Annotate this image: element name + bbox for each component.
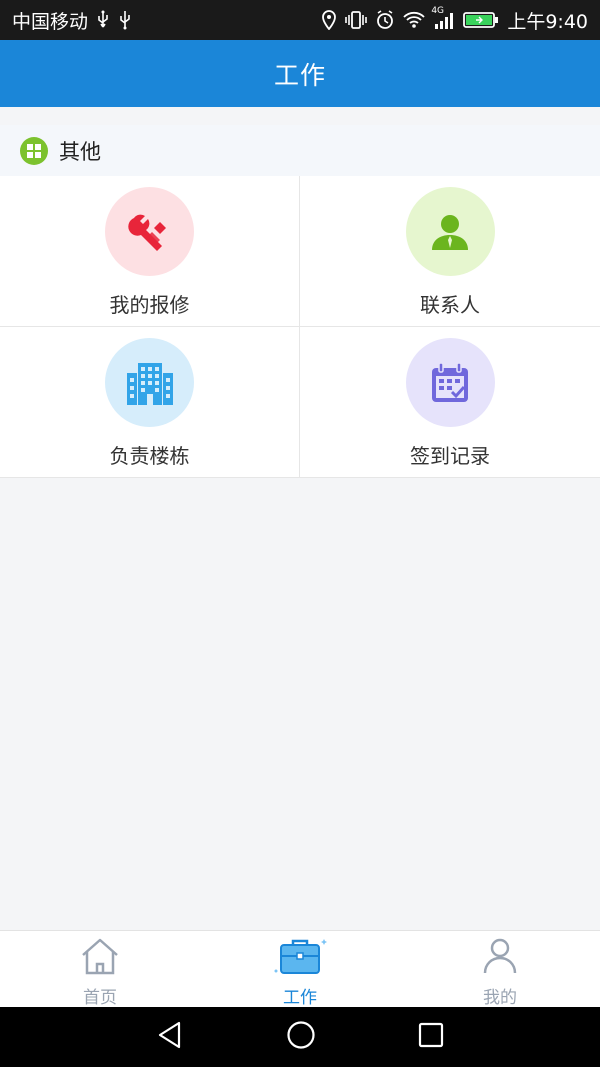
grid-item-contacts[interactable]: 联系人: [300, 176, 600, 327]
usb-debug-icon: [118, 10, 132, 30]
home-icon: [80, 937, 120, 979]
page-title: 工作: [273, 60, 326, 90]
tab-mine[interactable]: 我的: [400, 931, 600, 1008]
system-nav-bar: [0, 1007, 600, 1067]
usb-icon: [96, 10, 110, 30]
tab-label: 工作: [283, 988, 317, 1008]
signal-icon: 4G: [431, 6, 455, 30]
tab-label: 首页: [83, 988, 117, 1008]
header-spacer: [0, 107, 600, 125]
status-bar: 中国移动 4G 上午9:40: [0, 0, 600, 40]
recents-icon[interactable]: [417, 1021, 445, 1053]
briefcase-icon: [271, 937, 329, 979]
grid-item-my-repairs[interactable]: 我的报修: [0, 176, 300, 327]
feature-grid: 我的报修 联系人 负责楼栋 签到记录: [0, 176, 600, 478]
carrier-label: 中国移动: [12, 10, 89, 33]
network-type-label: 4G: [431, 6, 445, 16]
grid-item-label: 我的报修: [109, 293, 190, 317]
grid-item-label: 负责楼栋: [109, 444, 190, 468]
tab-work[interactable]: 工作: [200, 931, 400, 1008]
vibrate-icon: [345, 10, 368, 30]
content-area: [0, 478, 600, 930]
section-header: 其他: [0, 125, 600, 176]
grid-item-label: 签到记录: [410, 444, 490, 468]
tab-label: 我的: [483, 988, 517, 1008]
home-circle-icon[interactable]: [286, 1020, 316, 1054]
wifi-icon: [403, 10, 425, 30]
calendar-check-icon: [405, 338, 495, 427]
bottom-tab-bar: 首页 工作 我的: [0, 930, 600, 1008]
tab-home[interactable]: 首页: [0, 931, 200, 1008]
grid-icon: [20, 136, 48, 165]
grid-item-label: 联系人: [420, 293, 480, 317]
grid-item-checkin-records[interactable]: 签到记录: [300, 327, 600, 478]
person-icon: [480, 937, 520, 979]
alarm-icon: [375, 10, 395, 30]
contact-person-icon: [405, 187, 495, 276]
building-icon: [105, 338, 194, 427]
wrench-icon: [105, 187, 194, 276]
section-title: 其他: [59, 139, 101, 164]
battery-icon: [463, 10, 499, 30]
location-icon: [321, 10, 337, 30]
grid-item-buildings[interactable]: 负责楼栋: [0, 327, 300, 478]
clock-label: 上午9:40: [507, 10, 588, 33]
back-icon[interactable]: [155, 1020, 185, 1054]
app-header: 工作: [0, 40, 600, 107]
